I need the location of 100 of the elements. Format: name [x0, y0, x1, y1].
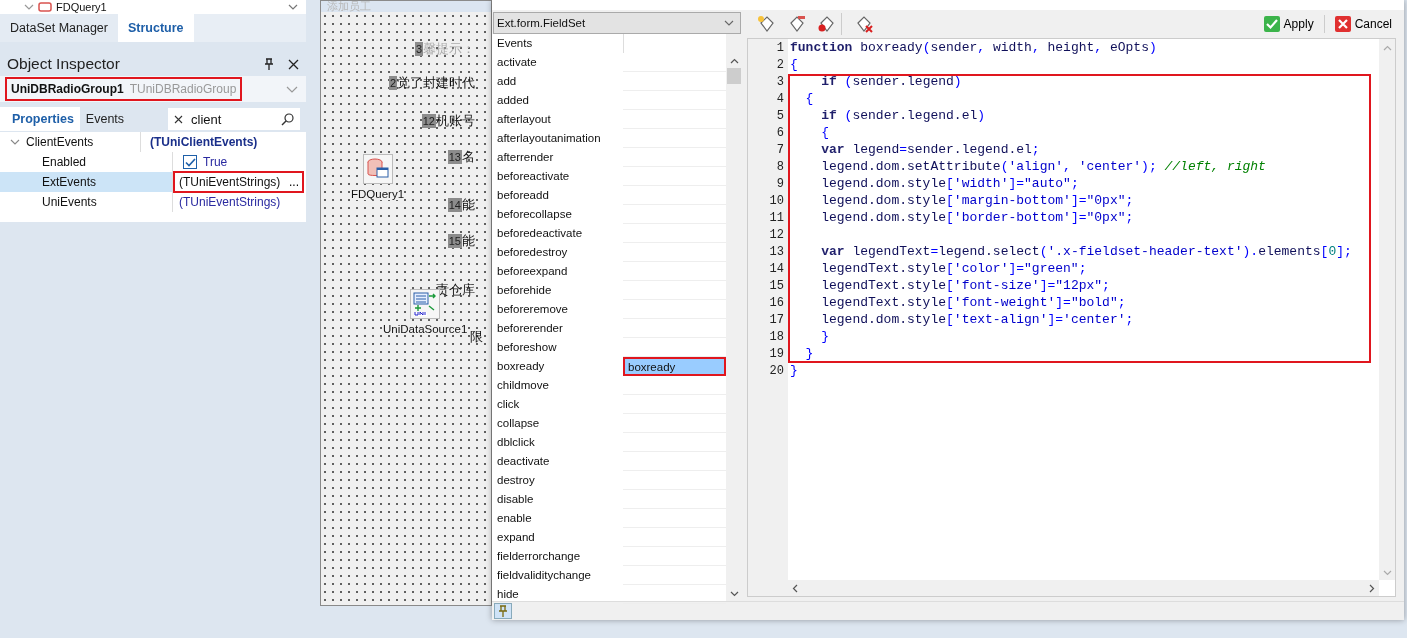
line-number: 19: [769, 346, 784, 363]
dropdown-chevron-icon[interactable]: [724, 20, 734, 26]
event-name[interactable]: beforeadd: [492, 186, 623, 205]
column-header: Events: [492, 34, 624, 53]
dropdown-chevron-icon[interactable]: [286, 85, 298, 93]
scroll-up-icon[interactable]: [729, 58, 739, 64]
property-name[interactable]: ClientEvents: [0, 132, 140, 152]
apply-button[interactable]: Apply: [1259, 14, 1318, 34]
event-name[interactable]: fieldvaliditychange: [492, 566, 623, 585]
event-name[interactable]: deactivate: [492, 452, 623, 471]
code-line: legend.dom.setAttribute('align', 'center'); //left, right: [820, 159, 1266, 174]
event-name[interactable]: activate: [492, 53, 623, 72]
line-number: 11: [769, 210, 784, 227]
pin-button[interactable]: [494, 603, 512, 619]
code-line: var legendText=legend.select('.x-fieldset-header-text').elements[0];: [820, 244, 1352, 259]
property-value: (TUniEventStrings): [178, 175, 282, 189]
tab-order-badge: 14: [447, 198, 462, 212]
scroll-left-icon[interactable]: [792, 583, 798, 593]
event-name[interactable]: fielderrorchange: [492, 547, 623, 566]
event-name[interactable]: beforehide: [492, 281, 623, 300]
panel-tab[interactable]: Structure: [118, 14, 194, 42]
event-name[interactable]: beforedeactivate: [492, 224, 623, 243]
search-icon[interactable]: [281, 112, 294, 126]
form-label: 能: [462, 196, 475, 214]
tab-order-badge: 3: [414, 42, 423, 56]
tab-order-badge: 15: [447, 234, 462, 248]
line-number: 10: [769, 193, 784, 210]
class-dropdown[interactable]: Ext.form.FieldSet: [493, 12, 741, 34]
event-name[interactable]: boxready: [492, 357, 623, 376]
component-label: UniDataSource1: [383, 323, 468, 335]
event-name[interactable]: beforeshow: [492, 338, 623, 357]
collapse-chevron-icon[interactable]: [24, 4, 34, 10]
event-name[interactable]: add: [492, 72, 623, 91]
line-number: 7: [776, 142, 784, 159]
scroll-thumb[interactable]: [727, 68, 741, 84]
event-name[interactable]: hide: [492, 585, 623, 604]
expand-chevron-icon[interactable]: [10, 139, 20, 145]
component-selector[interactable]: UniDBRadioGroup1 TUniDBRadioGroup: [5, 77, 243, 101]
form-label: 能: [462, 232, 475, 250]
line-number: 5: [776, 108, 784, 125]
property-name[interactable]: ExtEvents: [0, 172, 172, 192]
search-field[interactable]: client: [168, 108, 300, 130]
code-editor[interactable]: [747, 38, 1396, 597]
line-number: 18: [769, 329, 784, 346]
clear-icon[interactable]: [174, 114, 184, 124]
panel-title: Object Inspector: [7, 55, 121, 73]
event-name[interactable]: added: [492, 91, 623, 110]
inspector-tab[interactable]: Properties: [0, 107, 80, 131]
event-name[interactable]: childmove: [492, 376, 623, 395]
event-name[interactable]: afterrender: [492, 148, 623, 167]
line-number: 13: [769, 244, 784, 261]
close-icon[interactable]: [288, 58, 299, 70]
scroll-down-icon[interactable]: [288, 4, 298, 10]
database-icon: [38, 2, 52, 12]
event-handler-cell[interactable]: boxready: [623, 357, 726, 376]
event-name[interactable]: beforeremove: [492, 300, 623, 319]
event-name[interactable]: collapse: [492, 414, 623, 433]
event-name[interactable]: beforedestroy: [492, 243, 623, 262]
check-icon: [1263, 16, 1280, 32]
line-number: 12: [769, 227, 784, 244]
line-number: 8: [776, 159, 784, 176]
checkbox[interactable]: [183, 155, 197, 169]
inspector-tab[interactable]: Events: [79, 107, 131, 131]
form-label: 觉了封建时代: [397, 74, 475, 92]
scroll-right-icon[interactable]: [1369, 583, 1375, 593]
event-name[interactable]: beforeexpand: [492, 262, 623, 281]
panel-tab[interactable]: DataSet Manager: [0, 14, 118, 42]
code-line: }: [790, 363, 798, 378]
event-name[interactable]: click: [492, 395, 623, 414]
scrollbar[interactable]: [726, 34, 742, 601]
code-line: {: [804, 91, 814, 106]
ellipsis-button[interactable]: ...: [286, 175, 302, 189]
line-number: 20: [769, 363, 784, 380]
event-name[interactable]: afterlayout: [492, 110, 623, 129]
event-name[interactable]: beforecollapse: [492, 205, 623, 224]
line-number: 2: [776, 57, 784, 74]
cancel-button[interactable]: Cancel: [1330, 14, 1396, 34]
property-name[interactable]: UniEvents: [0, 192, 172, 212]
event-name[interactable]: afterlayoutanimation: [492, 129, 623, 148]
line-number: 3: [776, 74, 784, 91]
code-line: legend.dom.style['border-bottom']="0px";: [820, 210, 1134, 225]
line-number: 4: [776, 91, 784, 108]
pin-icon[interactable]: [264, 58, 274, 70]
event-name[interactable]: expand: [492, 528, 623, 547]
event-name[interactable]: dblclick: [492, 433, 623, 452]
event-name[interactable]: beforerender: [492, 319, 623, 338]
form-label: 机账号: [436, 112, 475, 130]
property-name[interactable]: Enabled: [0, 152, 172, 172]
code-line: function boxready(sender, width, height, eOpts): [790, 40, 1157, 55]
form-label: 馨提示：: [423, 40, 475, 58]
database-icon[interactable]: [362, 154, 393, 184]
event-name[interactable]: destroy: [492, 471, 623, 490]
code-line: legend.dom.style['width']="auto";: [820, 176, 1079, 191]
event-name[interactable]: enable: [492, 509, 623, 528]
scrollbar[interactable]: [748, 580, 1379, 596]
event-name[interactable]: disable: [492, 490, 623, 509]
event-name[interactable]: beforeactivate: [492, 167, 623, 186]
value-field[interactable]: (TUniEventStrings) ...: [173, 171, 304, 193]
scroll-down-icon[interactable]: [729, 591, 739, 597]
tab-order-badge: 2: [388, 76, 397, 90]
